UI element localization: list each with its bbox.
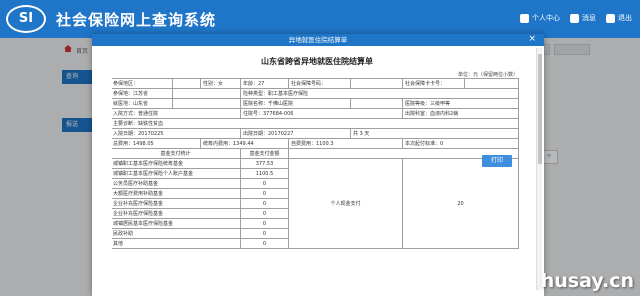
dialog-header: 异地就医住院结算单 × [92, 34, 544, 46]
info-row: 总费用：1498.05 统筹内费用：1349.44 自费费用：1100.3 本次起付标… [112, 138, 519, 149]
info-cell: 出院日期：20170227 [240, 128, 351, 139]
fund-header-cell: 基金支付统计 [112, 148, 241, 159]
fund-amount: 0 [240, 198, 289, 209]
fund-name: 民政补助 [112, 228, 241, 239]
personal-pay-amount: 20 [402, 158, 519, 249]
info-cell [350, 98, 403, 109]
report-title: 山东省跨省异地就医住院结算单 [261, 57, 373, 66]
unit-label: 单位：元（保留两位小数） [457, 72, 518, 78]
fund-amount: 0 [240, 218, 289, 229]
settlement-table: 参保地区： 性别：女 年龄：27 社会保障号码： 社会保障卡卡号： 参保地：江苏省 险种类型… [112, 78, 519, 249]
fund-amount: 0 [240, 178, 289, 189]
fund-name: 城镇职工基本医疗保险统筹基金 [112, 158, 241, 169]
info-cell: 共 3 天 [350, 128, 519, 139]
logo: SI [6, 5, 46, 33]
info-cell: 统筹内费用：1349.44 [200, 138, 289, 149]
info-cell: 主要诊断：缺铁性贫血 [112, 118, 519, 129]
info-cell: 住院号：377684-006 [240, 108, 403, 119]
fund-name: 公务员医疗补助基金 [112, 178, 241, 189]
info-cell: 险种类型：职工基本医疗保险 [240, 88, 519, 99]
dialog-body: 山东省跨省异地就医住院结算单 单位：元（保留两位小数） 参保地区： 性别：女 年龄：… [112, 46, 522, 296]
fund-name: 城镇职工基本医疗保险个人账户基金 [112, 168, 241, 179]
user-icon [520, 13, 529, 23]
settlement-dialog: 异地就医住院结算单 × 山东省跨省异地就医住院结算单 单位：元（保留两位小数） … [92, 34, 544, 296]
scrollbar-thumb[interactable] [538, 54, 542, 164]
info-cell [172, 98, 241, 109]
info-cell: 自费费用：1100.3 [288, 138, 403, 149]
fund-amount: 377.53 [240, 158, 289, 169]
message-icon [570, 13, 579, 23]
info-cell: 年龄：27 [240, 78, 289, 89]
power-icon [606, 13, 615, 23]
fund-name: 城镇居民基本医疗保险基金 [112, 218, 241, 229]
info-cell: 社会保障号码： [288, 78, 351, 89]
info-cell: 入院方式：普通住院 [112, 108, 241, 119]
fund-amount: 0 [240, 228, 289, 239]
system-title: 社会保险网上查询系统 [56, 11, 217, 29]
info-row: 参保地区： 性别：女 年龄：27 社会保障号码： 社会保障卡卡号： [112, 78, 519, 89]
info-cell: 就医地：山东省 [112, 98, 173, 109]
fund-name: 企业补充医疗保险基金 [112, 208, 241, 219]
info-row: 参保地：江苏省 险种类型：职工基本医疗保险 [112, 88, 519, 99]
info-cell [172, 78, 201, 89]
info-cell [350, 78, 403, 89]
info-cell: 性别：女 [200, 78, 241, 89]
personal-pay-label: 个人现金支付 [288, 158, 403, 249]
app-header: SI 社会保险网上查询系统 个人中心 消息 退出 [0, 0, 640, 38]
info-cell: 本次起付标准：0 [402, 138, 519, 149]
info-cell: 参保地：江苏省 [112, 88, 173, 99]
info-cell [464, 78, 519, 89]
fund-name: 其他 [112, 238, 241, 249]
info-row: 入院方式：普通住院 住院号：377684-006 出院科室：血液内科2病 [112, 108, 519, 119]
print-button[interactable]: 打印 [482, 155, 512, 167]
info-cell: 总费用：1498.05 [112, 138, 201, 149]
info-cell: 入院日期：20170225 [112, 128, 241, 139]
info-row: 入院日期：20170225 出院日期：20170227 共 3 天 [112, 128, 519, 139]
info-cell: 出院科室：血液内科2病 [402, 108, 519, 119]
close-icon[interactable]: × [528, 34, 536, 45]
fund-header-row: 基金支付统计 基金支付金额 [112, 148, 519, 159]
watermark: husay.cn [540, 270, 634, 292]
fund-amount: 1100.5 [240, 168, 289, 179]
dialog-title: 异地就医住院结算单 [288, 36, 348, 44]
fund-amount: 0 [240, 208, 289, 219]
info-cell: 社会保障卡卡号： [402, 78, 465, 89]
fund-name: 大额医疗费用补助基金 [112, 188, 241, 199]
info-cell [172, 88, 241, 99]
logout-link[interactable]: 退出 [606, 13, 632, 23]
fund-amount: 0 [240, 238, 289, 249]
info-cell: 医院等级：三级甲等 [402, 98, 519, 109]
message-link[interactable]: 消息 [570, 13, 596, 23]
info-row: 就医地：山东省 医院名称：千佛山医院 医院等级：三级甲等 [112, 98, 519, 109]
info-cell: 医院名称：千佛山医院 [240, 98, 351, 109]
user-link[interactable]: 个人中心 [520, 13, 560, 23]
fund-header-cell: 基金支付金额 [240, 148, 289, 159]
fund-name: 企业补充医疗保险基金 [112, 198, 241, 209]
scrollbar[interactable] [536, 48, 542, 290]
fund-amount: 0 [240, 188, 289, 199]
info-row: 主要诊断：缺铁性贫血 [112, 118, 519, 129]
fund-row: 城镇职工基本医疗保险统筹基金 377.53 个人现金支付 20 [112, 158, 519, 249]
info-cell: 参保地区： [112, 78, 173, 89]
header-links: 个人中心 消息 退出 [520, 13, 632, 23]
